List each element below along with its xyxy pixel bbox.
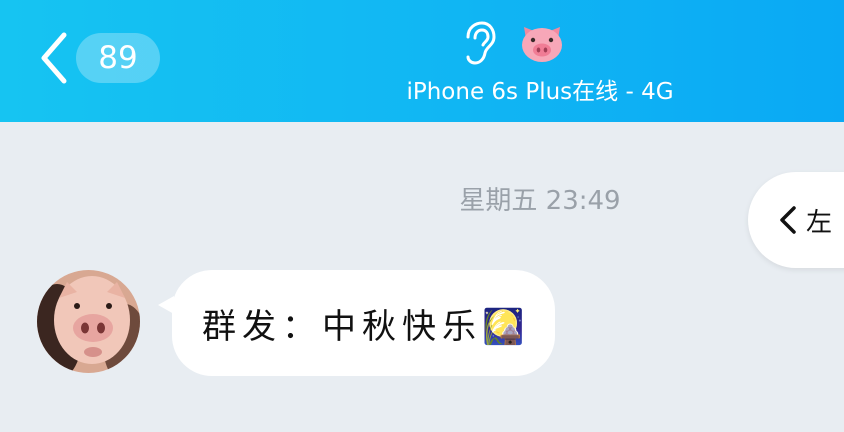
side-panel-label: 左 xyxy=(806,207,833,238)
bubble-tail xyxy=(158,296,174,314)
back-button[interactable]: 89 xyxy=(38,30,160,86)
chevron-left-icon xyxy=(780,206,796,234)
avatar[interactable] xyxy=(37,270,140,373)
pig-avatar-icon xyxy=(37,270,140,373)
unread-count-badge: 89 xyxy=(76,33,160,83)
chat-header: 89 iPhone 6s Plus在线 - 4G xyxy=(0,0,844,122)
message-text: 群发：中秋快乐🎑 xyxy=(202,306,531,347)
pig-emoji-icon[interactable] xyxy=(518,23,566,63)
online-status: iPhone 6s Plus在线 - 4G xyxy=(406,79,674,105)
side-panel-toggle[interactable]: 左 xyxy=(748,172,844,268)
message-bubble[interactable]: 群发：中秋快乐🎑 xyxy=(158,270,555,376)
chevron-left-icon xyxy=(41,32,67,84)
header-icons xyxy=(460,20,566,66)
message-timestamp: 星期五 23:49 xyxy=(459,186,621,216)
ear-icon[interactable] xyxy=(460,21,496,65)
